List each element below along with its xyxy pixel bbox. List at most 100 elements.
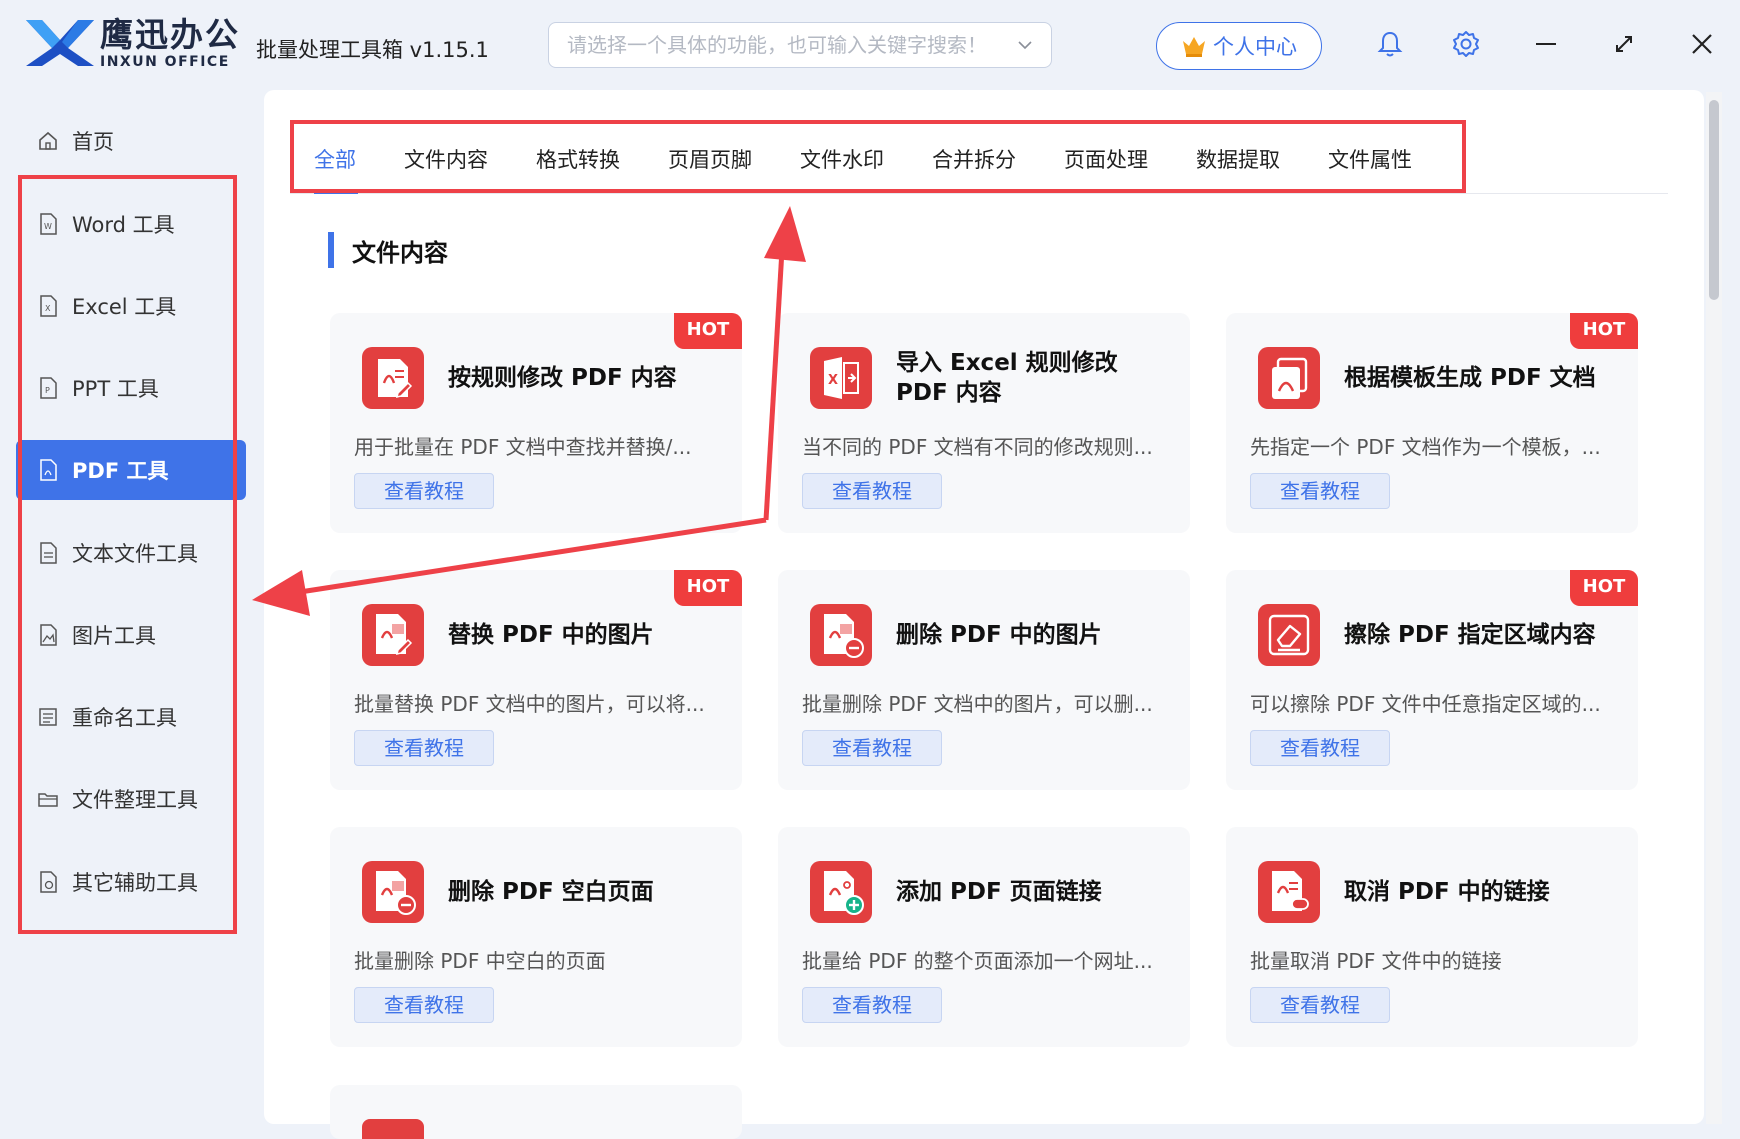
tool-card-title: 删除 PDF 中的图片 — [896, 622, 1102, 648]
scrollbar-thumb[interactable] — [1709, 100, 1719, 300]
view-tutorial-button[interactable]: 查看教程 — [802, 473, 942, 509]
section-header: 文件内容 — [328, 232, 448, 268]
tool-card-desc: 当不同的 PDF 文档有不同的修改规则... — [802, 435, 1153, 459]
sidebar-item-label: 图片工具 — [72, 624, 156, 648]
search-box[interactable] — [548, 22, 1052, 68]
tab-header-footer[interactable]: 页眉页脚 — [668, 140, 752, 180]
view-tutorial-button[interactable]: 查看教程 — [1250, 730, 1390, 766]
user-center-button[interactable]: 个人中心 — [1156, 22, 1322, 70]
sidebar-item-excel[interactable]: X Excel 工具 — [16, 276, 246, 336]
sidebar-item-label: PPT 工具 — [72, 377, 159, 401]
tool-card[interactable]: HOT 按规则修改 PDF 内容 用于批量在 PDF 文档中查找并替换/... … — [330, 313, 742, 533]
tool-card[interactable]: HOT 替换 PDF 中的图片 批量替换 PDF 文档中的图片，可以将... 查… — [330, 570, 742, 790]
hot-badge: HOT — [1570, 570, 1638, 606]
tool-card[interactable]: HOT 根据模板生成 PDF 文档 先指定一个 PDF 文档作为一个模板，...… — [1226, 313, 1638, 533]
svg-text:X: X — [828, 373, 838, 388]
logo-icon — [26, 20, 94, 66]
sidebar-item-word[interactable]: W Word 工具 — [16, 194, 246, 254]
ppt-file-icon: P — [40, 377, 57, 399]
excel-import-icon: X — [810, 347, 872, 409]
search-input[interactable] — [567, 33, 1017, 57]
sidebar-item-label: 重命名工具 — [72, 706, 177, 730]
sidebar-item-home[interactable]: 首页 — [16, 111, 246, 171]
tool-card[interactable]: HOT 擦除 PDF 指定区域内容 可以擦除 PDF 文件中任意指定区域的...… — [1226, 570, 1638, 790]
home-icon — [39, 131, 57, 150]
active-tab-indicator — [314, 190, 358, 194]
section-accent-bar — [328, 232, 334, 268]
brand-cn: 鹰迅办公 — [100, 15, 240, 54]
tool-card[interactable]: 删除 PDF 中的图片 批量删除 PDF 文档中的图片，可以删... 查看教程 — [778, 570, 1190, 790]
hot-badge: HOT — [674, 570, 742, 606]
misc-tools-icon — [40, 871, 57, 893]
sidebar-item-file-organize[interactable]: 文件整理工具 — [16, 769, 246, 829]
tab-format-convert[interactable]: 格式转换 — [536, 140, 620, 180]
bell-icon[interactable] — [1374, 28, 1406, 60]
tool-card[interactable]: 删除 PDF 空白页面 批量删除 PDF 中空白的页面 查看教程 — [330, 827, 742, 1047]
sidebar-item-label: Word 工具 — [72, 213, 175, 237]
view-tutorial-button[interactable]: 查看教程 — [354, 730, 494, 766]
sidebar-item-ppt[interactable]: P PPT 工具 — [16, 358, 246, 418]
view-tutorial-button[interactable]: 查看教程 — [1250, 473, 1390, 509]
gear-icon[interactable] — [1450, 28, 1482, 60]
sidebar-item-rename[interactable]: 重命名工具 — [16, 687, 246, 747]
tool-card[interactable]: 取消 PDF 中的链接 批量取消 PDF 文件中的链接 查看教程 — [1226, 827, 1638, 1047]
view-tutorial-button[interactable]: 查看教程 — [1250, 987, 1390, 1023]
sidebar-item-pdf[interactable]: PDF 工具 — [16, 440, 246, 500]
tool-card-partial[interactable] — [330, 1085, 742, 1139]
sidebar-item-image[interactable]: 图片工具 — [16, 605, 246, 665]
tool-card-desc: 批量删除 PDF 文档中的图片，可以删... — [802, 692, 1153, 716]
view-tutorial-button[interactable]: 查看教程 — [354, 987, 494, 1023]
hot-badge: HOT — [674, 313, 742, 349]
tool-card-desc: 可以擦除 PDF 文件中任意指定区域的... — [1250, 692, 1601, 716]
pdf-image-delete-icon — [810, 604, 872, 666]
view-tutorial-button[interactable]: 查看教程 — [802, 730, 942, 766]
tool-card-desc: 用于批量在 PDF 文档中查找并替换/... — [354, 435, 692, 459]
tab-merge-split[interactable]: 合并拆分 — [932, 140, 1016, 180]
crown-icon — [1183, 37, 1205, 57]
tool-card-icon-partial — [362, 1119, 424, 1139]
svg-text:W: W — [44, 222, 52, 231]
sidebar: 首页 W Word 工具 X Excel 工具 P PPT 工具 PDF 工具 — [0, 90, 260, 1139]
brand-en: INXUN OFFICE — [100, 54, 230, 70]
tab-all[interactable]: 全部 — [314, 140, 356, 180]
tool-card-desc: 批量给 PDF 的整个页面添加一个网址... — [802, 949, 1153, 973]
tool-card-title: 按规则修改 PDF 内容 — [448, 365, 677, 391]
pdf-blank-delete-icon — [362, 861, 424, 923]
tool-card-desc: 批量替换 PDF 文档中的图片，可以将... — [354, 692, 705, 716]
sidebar-item-label: Excel 工具 — [72, 295, 177, 319]
tool-card[interactable]: 添加 PDF 页面链接 批量给 PDF 的整个页面添加一个网址... 查看教程 — [778, 827, 1190, 1047]
tool-card-title: 取消 PDF 中的链接 — [1344, 879, 1550, 905]
svg-text:P: P — [45, 386, 50, 395]
tool-card-title: 根据模板生成 PDF 文档 — [1344, 365, 1596, 391]
brand-name: 鹰迅办公 INXUN OFFICE — [100, 15, 240, 71]
tool-card-title: 替换 PDF 中的图片 — [448, 622, 654, 648]
svg-text:X: X — [45, 304, 51, 313]
pdf-link-add-icon — [810, 861, 872, 923]
sidebar-item-misc-tools[interactable]: 其它辅助工具 — [16, 852, 246, 912]
tab-data-extract[interactable]: 数据提取 — [1196, 140, 1280, 180]
tool-card-desc: 批量取消 PDF 文件中的链接 — [1250, 949, 1502, 973]
tool-card[interactable]: X 导入 Excel 规则修改 PDF 内容 当不同的 PDF 文档有不同的修改… — [778, 313, 1190, 533]
chevron-down-icon[interactable] — [1017, 37, 1033, 53]
image-file-icon — [40, 624, 57, 646]
tab-watermark[interactable]: 文件水印 — [800, 140, 884, 180]
view-tutorial-button[interactable]: 查看教程 — [802, 987, 942, 1023]
minimize-icon[interactable] — [1530, 28, 1562, 60]
tab-page-processing[interactable]: 页面处理 — [1064, 140, 1148, 180]
user-center-label: 个人中心 — [1213, 35, 1297, 59]
tab-file-properties[interactable]: 文件属性 — [1328, 140, 1412, 180]
sidebar-item-text-file[interactable]: 文本文件工具 — [16, 523, 246, 583]
tool-card-title: 删除 PDF 空白页面 — [448, 879, 654, 905]
sidebar-item-label: 文本文件工具 — [72, 542, 198, 566]
sidebar-item-label: PDF 工具 — [72, 459, 169, 483]
tab-file-content[interactable]: 文件内容 — [404, 140, 488, 180]
text-file-icon — [40, 542, 57, 564]
close-icon[interactable] — [1686, 28, 1718, 60]
pdf-edit-icon — [362, 347, 424, 409]
section-title: 文件内容 — [352, 238, 448, 267]
view-tutorial-button[interactable]: 查看教程 — [354, 473, 494, 509]
eraser-icon — [1258, 604, 1320, 666]
maximize-icon[interactable] — [1608, 28, 1640, 60]
hot-badge: HOT — [1570, 313, 1638, 349]
title-bar: 鹰迅办公 INXUN OFFICE 批量处理工具箱 v1.15.1 个人中心 — [0, 0, 1740, 90]
